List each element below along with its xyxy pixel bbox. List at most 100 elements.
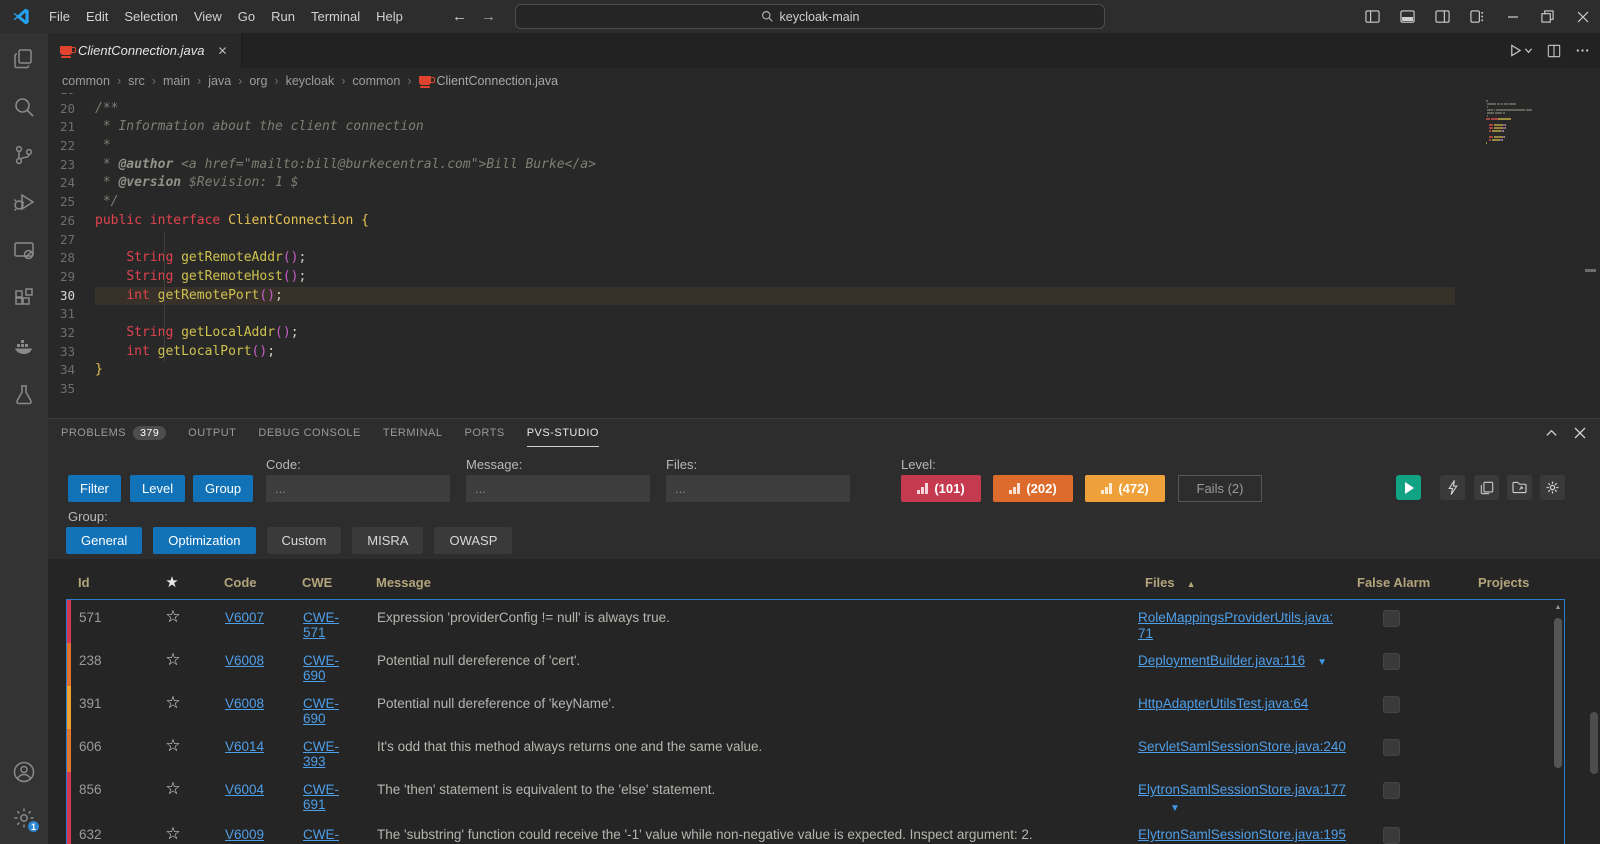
panel-scrollbar-thumb[interactable] [1590, 712, 1598, 774]
scroll-up-icon[interactable]: ▲ [1553, 602, 1563, 614]
favorite-star-icon[interactable]: ☆ [165, 607, 180, 626]
code-link[interactable]: V6007 [225, 610, 264, 625]
breadcrumb-item[interactable]: src [128, 74, 145, 88]
file-link[interactable]: ElytronSamlSessionStore.java:195 [1138, 827, 1346, 842]
pvs-level-button[interactable]: Level [130, 475, 186, 502]
toggle-primary-sidebar-icon[interactable] [1355, 0, 1390, 33]
level-3-count-badge[interactable]: (472) [1085, 475, 1165, 502]
code-link[interactable]: V6008 [225, 696, 264, 711]
breadcrumb-item[interactable]: org [249, 74, 267, 88]
file-link[interactable]: ElytronSamlSessionStore.java:177 [1138, 782, 1346, 797]
group-custom-button[interactable]: Custom [266, 527, 342, 554]
testing-icon[interactable] [12, 383, 36, 407]
table-scrollbar-thumb[interactable] [1554, 618, 1562, 768]
toggle-panel-icon[interactable] [1390, 0, 1425, 33]
restore-button[interactable] [1530, 0, 1565, 33]
menu-file[interactable]: File [41, 0, 78, 33]
cwe-link[interactable]: CWE-691 [303, 782, 339, 812]
menu-terminal[interactable]: Terminal [303, 0, 368, 33]
false-alarm-checkbox[interactable] [1382, 827, 1400, 844]
column-header-false-alarm[interactable]: False Alarm [1349, 575, 1435, 590]
panel-tab-pvs-studio[interactable]: PVS-STUDIO [526, 419, 599, 447]
column-header-cwe[interactable]: CWE [282, 575, 354, 590]
more-actions-icon[interactable] [1575, 43, 1590, 58]
panel-tab-ports[interactable]: PORTS [465, 419, 505, 447]
customize-layout-icon[interactable] [1460, 0, 1495, 33]
remote-explorer-icon[interactable] [12, 239, 36, 263]
menu-help[interactable]: Help [368, 0, 411, 33]
forward-button[interactable]: → [481, 8, 496, 25]
pvs-settings-gear-icon[interactable] [1540, 475, 1565, 500]
favorite-star-icon[interactable]: ☆ [165, 779, 180, 798]
code-link[interactable]: V6004 [225, 782, 264, 797]
breadcrumb-item-file[interactable]: ClientConnection.java [418, 74, 558, 88]
group-optimization-button[interactable]: Optimization [153, 527, 256, 554]
false-alarm-checkbox[interactable] [1382, 782, 1400, 799]
pvs-filter-button[interactable]: Filter [68, 475, 121, 502]
collapse-panel-icon[interactable] [1545, 427, 1558, 440]
breadcrumb-item[interactable]: main [163, 74, 190, 88]
search-icon[interactable] [12, 95, 36, 119]
close-panel-icon[interactable] [1574, 427, 1586, 439]
favorite-star-icon[interactable]: ☆ [165, 736, 180, 755]
breadcrumb-item[interactable]: java [208, 74, 231, 88]
extensions-icon[interactable] [12, 287, 36, 311]
menu-selection[interactable]: Selection [116, 0, 185, 33]
code-editor[interactable]: 1920/**21 * Information about the client… [48, 93, 1600, 418]
group-owasp-button[interactable]: OWASP [434, 527, 513, 554]
group-general-button[interactable]: General [66, 527, 143, 554]
split-editor-icon[interactable] [1547, 44, 1561, 58]
breadcrumb-item[interactable]: common [352, 74, 400, 88]
command-center-search[interactable]: keycloak-main [515, 4, 1105, 29]
false-alarm-checkbox[interactable] [1382, 610, 1400, 627]
breadcrumb-item[interactable]: keycloak [286, 74, 335, 88]
false-alarm-checkbox[interactable] [1382, 653, 1400, 670]
quick-fix-icon[interactable] [1440, 475, 1465, 500]
code-link[interactable]: V6014 [225, 739, 264, 754]
code-link[interactable]: V6009 [225, 827, 264, 842]
file-link[interactable]: HttpAdapterUtilsTest.java:64 [1138, 696, 1308, 711]
group-misra-button[interactable]: MISRA [352, 527, 424, 554]
cwe-link[interactable]: CWE-571 [303, 610, 339, 640]
pvs-code-filter-input[interactable] [266, 475, 450, 502]
source-control-icon[interactable] [12, 143, 36, 167]
code-link[interactable]: V6008 [225, 653, 264, 668]
run-analysis-button[interactable] [1396, 475, 1421, 500]
minimap[interactable] [1486, 97, 1586, 148]
pvs-group-button[interactable]: Group [193, 475, 254, 502]
close-window-button[interactable] [1565, 0, 1600, 33]
favorite-star-icon[interactable]: ☆ [165, 650, 180, 669]
cwe-link[interactable]: CWE-393 [303, 739, 339, 769]
account-icon[interactable] [12, 760, 36, 784]
favorite-star-icon[interactable]: ☆ [165, 693, 180, 712]
table-row[interactable]: 391 ☆ V6008 CWE-690 Potential null dereferen… [67, 686, 1564, 729]
table-row[interactable]: 606 ☆ V6014 CWE-393 It's odd that this metho… [67, 729, 1564, 772]
column-header-favorite[interactable]: ★ [140, 573, 204, 591]
table-row[interactable]: 571 ☆ V6007 CWE-571 Expression 'providerConf… [67, 600, 1564, 643]
settings-gear-icon[interactable]: 1 [12, 806, 41, 834]
panel-tab-problems[interactable]: PROBLEMS 379 [61, 419, 167, 447]
menu-run[interactable]: Run [263, 0, 303, 33]
column-header-projects[interactable]: Projects [1435, 575, 1565, 590]
pvs-message-filter-input[interactable] [466, 475, 650, 502]
cwe-link[interactable]: CWE-628 [303, 827, 339, 844]
explorer-icon[interactable] [12, 47, 36, 71]
run-debug-icon[interactable] [12, 191, 36, 215]
false-alarm-checkbox[interactable] [1382, 696, 1400, 713]
run-file-button[interactable] [1509, 44, 1533, 57]
column-header-id[interactable]: Id [70, 575, 140, 590]
expand-arrow-icon[interactable]: ▼ [1317, 657, 1327, 668]
table-row[interactable]: 856 ☆ V6004 CWE-691 The 'then' statement is … [67, 772, 1564, 817]
file-link[interactable]: ServletSamlSessionStore.java:240 [1138, 739, 1346, 754]
fails-button[interactable]: Fails (2) [1178, 475, 1262, 502]
level-1-count-badge[interactable]: (101) [901, 475, 981, 502]
table-row[interactable]: 632 ☆ V6009 CWE-628 The 'substring' function… [67, 817, 1564, 844]
file-link[interactable]: DeploymentBuilder.java:116 [1138, 653, 1305, 668]
level-2-count-badge[interactable]: (202) [993, 475, 1073, 502]
favorite-star-icon[interactable]: ☆ [165, 824, 180, 843]
breadcrumb-item[interactable]: common [62, 74, 110, 88]
panel-tab-terminal[interactable]: TERMINAL [383, 419, 443, 447]
panel-tab-output[interactable]: OUTPUT [188, 419, 236, 447]
pvs-files-filter-input[interactable] [666, 475, 850, 502]
expand-arrow-icon[interactable]: ▼ [1170, 801, 1348, 817]
